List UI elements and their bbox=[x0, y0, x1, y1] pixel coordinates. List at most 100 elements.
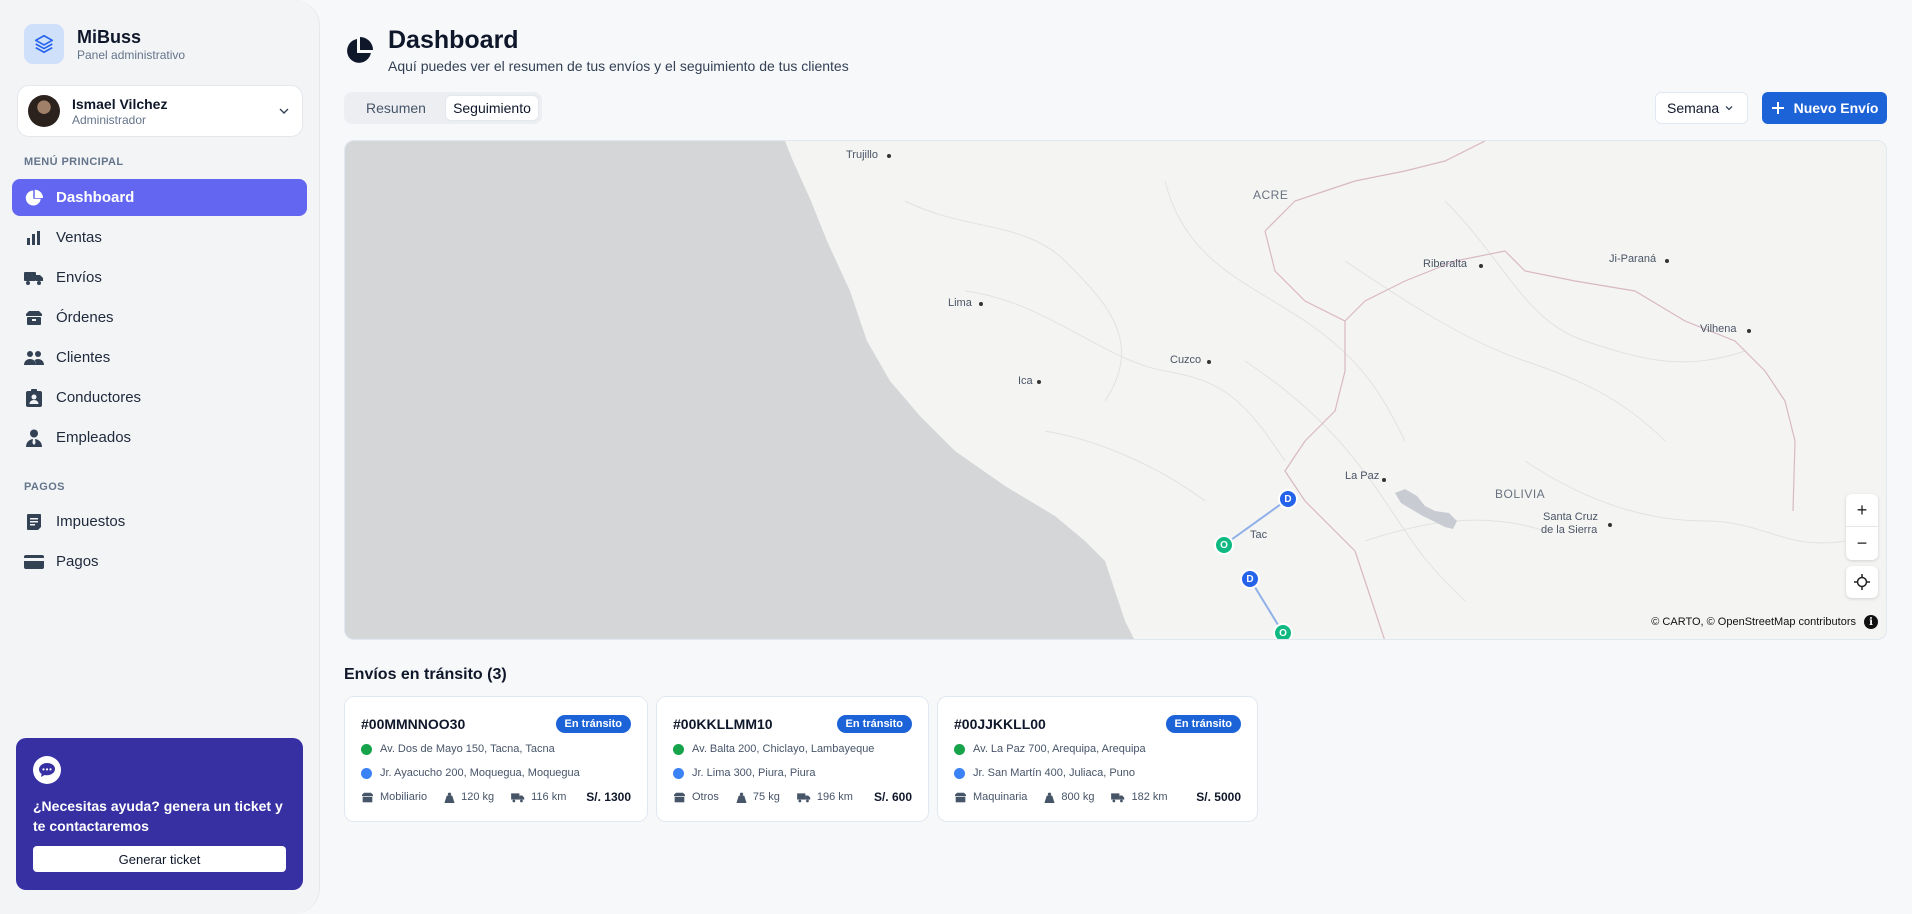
page-subtitle: Aquí puedes ver el resumen de tus envíos… bbox=[388, 58, 849, 74]
tracking-map[interactable]: Trujillo ACRE Riberalta Ji-Paraná Lima V… bbox=[344, 140, 1887, 640]
brand: MiBuss Panel administrativo bbox=[24, 24, 185, 64]
credit-card-icon bbox=[24, 552, 44, 572]
shipment-distance: 182 km bbox=[1131, 791, 1168, 803]
shipment-id: #00JJKKLL00 bbox=[954, 716, 1046, 732]
plus-icon bbox=[1771, 102, 1784, 114]
pie-chart-icon bbox=[24, 188, 44, 208]
status-badge: En tránsito bbox=[1165, 715, 1241, 733]
shipment-id: #00KKLLMM10 bbox=[673, 716, 773, 732]
map-attribution: © CARTO, © OpenStreetMap contributors i bbox=[1651, 615, 1878, 629]
destination-address: Jr. San Martín 400, Juliaca, Puno bbox=[973, 767, 1136, 779]
sidebar-item-label: Pagos bbox=[56, 553, 99, 570]
sidebar-item-label: Dashboard bbox=[56, 189, 135, 206]
sidebar-item-label: Clientes bbox=[56, 349, 111, 366]
chat-bubble-icon bbox=[33, 756, 61, 784]
box-icon bbox=[955, 792, 966, 802]
origin-dot bbox=[361, 743, 372, 755]
shipment-weight: 75 kg bbox=[752, 791, 780, 803]
sidebar-item-conductores[interactable]: Conductores bbox=[12, 379, 307, 416]
truck-icon bbox=[1111, 792, 1125, 802]
new-shipment-label: Nuevo Envío bbox=[1793, 100, 1879, 116]
layers-logo-icon bbox=[24, 24, 64, 64]
page-title: Dashboard bbox=[388, 26, 519, 54]
user-menu[interactable]: Ismael Vilchez Administrador bbox=[17, 85, 303, 137]
period-select[interactable]: Semana bbox=[1655, 92, 1748, 124]
tab-resumen[interactable]: Resumen bbox=[347, 95, 445, 121]
map-label-santacruz-2: de la Sierra bbox=[1541, 524, 1598, 536]
map-label-ica: Ica bbox=[1018, 375, 1033, 387]
pie-chart-icon bbox=[347, 37, 373, 63]
shipment-category: Maquinaria bbox=[973, 791, 1028, 803]
weight-icon bbox=[736, 792, 747, 803]
locate-button[interactable] bbox=[1846, 566, 1878, 598]
avatar bbox=[28, 95, 60, 127]
brand-name: MiBuss bbox=[77, 27, 142, 47]
weight-icon bbox=[1044, 792, 1055, 803]
map-base bbox=[345, 141, 1846, 639]
map-label-santacruz: Santa Cruz bbox=[1543, 511, 1599, 523]
destination-address: Jr. Ayacucho 200, Moquegua, Moquegua bbox=[380, 767, 580, 779]
user-tie-icon bbox=[24, 428, 44, 448]
destination-marker[interactable]: D bbox=[1240, 569, 1260, 589]
sidebar-item-label: Conductores bbox=[56, 389, 142, 406]
origin-marker[interactable]: O bbox=[1214, 535, 1234, 555]
brand-subtitle: Panel administrativo bbox=[77, 48, 186, 62]
origin-dot bbox=[954, 743, 965, 755]
shipment-card[interactable]: #00MMNNOO30 En tránsito Av. Dos de Mayo … bbox=[344, 696, 648, 822]
sidebar-item-pagos[interactable]: Pagos bbox=[12, 543, 307, 580]
destination-dot bbox=[954, 767, 965, 779]
user-name: Ismael Vilchez bbox=[72, 96, 168, 112]
shipment-weight: 120 kg bbox=[461, 791, 495, 803]
zoom-out-button[interactable]: − bbox=[1846, 527, 1878, 560]
sidebar-item-ventas[interactable]: Ventas bbox=[12, 219, 307, 256]
sidebar-item-label: Impuestos bbox=[56, 513, 126, 530]
map-label-bolivia: BOLIVIA bbox=[1495, 487, 1546, 501]
shipment-weight: 800 kg bbox=[1061, 791, 1095, 803]
shipment-category: Mobiliario bbox=[380, 791, 428, 803]
status-badge: En tránsito bbox=[555, 715, 631, 733]
section-title-main: MENÚ PRINCIPAL bbox=[24, 156, 124, 168]
origin-marker[interactable]: O bbox=[1273, 623, 1293, 639]
shipment-price: S/. 600 bbox=[873, 790, 912, 804]
help-text: ¿Necesitas ayuda? genera un ticket y te … bbox=[33, 798, 283, 834]
map-label-riberalta: Riberalta bbox=[1423, 258, 1468, 270]
sidebar-item-empleados[interactable]: Empleados bbox=[12, 419, 307, 456]
origin-dot bbox=[673, 743, 684, 755]
bar-chart-icon bbox=[24, 228, 44, 248]
map-label-tacna: Tac bbox=[1250, 529, 1268, 541]
shipment-distance: 116 km bbox=[531, 791, 567, 803]
truck-icon bbox=[796, 792, 811, 802]
section-title-pagos: PAGOS bbox=[24, 481, 65, 493]
generate-ticket-button[interactable]: Generar ticket bbox=[33, 846, 286, 872]
sidebar-item-clientes[interactable]: Clientes bbox=[12, 339, 307, 376]
chevron-down-icon bbox=[279, 108, 289, 114]
tab-seguimiento[interactable]: Seguimiento bbox=[444, 95, 539, 121]
shipment-card[interactable]: #00KKLLMM10 En tránsito Av. Balta 200, C… bbox=[656, 696, 929, 822]
box-icon bbox=[674, 792, 685, 802]
zoom-control: + − bbox=[1846, 494, 1878, 560]
help-card: ¿Necesitas ayuda? genera un ticket y te … bbox=[16, 738, 303, 890]
new-shipment-button[interactable]: Nuevo Envío bbox=[1762, 92, 1887, 124]
sidebar: MiBuss Panel administrativo Ismael Vilch… bbox=[0, 0, 320, 914]
destination-dot bbox=[673, 767, 684, 779]
crosshair-icon bbox=[1854, 574, 1870, 590]
weight-icon bbox=[444, 792, 455, 803]
users-icon bbox=[24, 348, 44, 368]
map-label-trujillo: Trujillo bbox=[846, 149, 878, 161]
sidebar-item-label: Empleados bbox=[56, 429, 132, 446]
destination-marker[interactable]: D bbox=[1278, 489, 1298, 509]
sidebar-item-impuestos[interactable]: Impuestos bbox=[12, 503, 307, 540]
map-label-lapaz: La Paz bbox=[1345, 470, 1380, 482]
sidebar-item-ordenes[interactable]: Órdenes bbox=[12, 299, 307, 336]
sidebar-item-dashboard[interactable]: Dashboard bbox=[12, 179, 307, 216]
clipboard-user-icon bbox=[24, 388, 44, 408]
shipment-card[interactable]: #00JJKKLL00 En tránsito Av. La Paz 700, … bbox=[937, 696, 1258, 822]
box-icon bbox=[24, 308, 44, 328]
map-label-vilhena: Vilhena bbox=[1700, 323, 1737, 335]
zoom-in-button[interactable]: + bbox=[1846, 494, 1878, 527]
box-icon bbox=[362, 792, 373, 802]
info-icon[interactable]: i bbox=[1864, 615, 1878, 629]
origin-address: Av. Dos de Mayo 150, Tacna, Tacna bbox=[380, 743, 555, 755]
sidebar-item-envios[interactable]: Envíos bbox=[12, 259, 307, 296]
truck-icon bbox=[24, 268, 44, 288]
